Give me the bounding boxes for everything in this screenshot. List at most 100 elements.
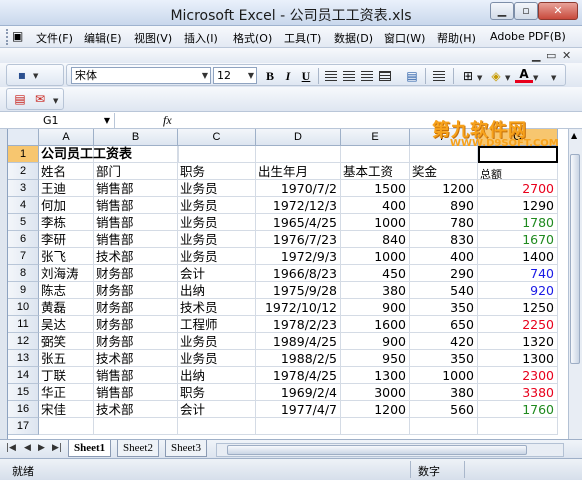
cell-f2[interactable]: 奖金 xyxy=(410,163,478,180)
function-icon[interactable]: fx xyxy=(163,112,172,129)
cell-g11[interactable]: 2250 xyxy=(478,316,558,333)
cell-b8[interactable]: 财务部 xyxy=(94,265,178,282)
row-header-7[interactable]: 7 xyxy=(8,248,39,265)
cell-d5[interactable]: 1965/4/25 xyxy=(256,214,341,231)
cell-f10[interactable]: 350 xyxy=(410,299,478,316)
cell-b2[interactable]: 部门 xyxy=(94,163,178,180)
grid-cell[interactable] xyxy=(410,418,478,435)
cell-a7[interactable]: 张飞 xyxy=(39,248,94,265)
cell-e3[interactable]: 1500 xyxy=(341,180,410,197)
minimize-button[interactable]: ▁ xyxy=(490,2,514,20)
cell-g14[interactable]: 2300 xyxy=(478,367,558,384)
cell-f3[interactable]: 1200 xyxy=(410,180,478,197)
merge-center-button[interactable] xyxy=(379,71,391,81)
horizontal-scrollbar[interactable] xyxy=(216,443,564,457)
cell-a12[interactable]: 弼笑 xyxy=(39,333,94,350)
cell-a11[interactable]: 吴达 xyxy=(39,316,94,333)
toolbar-options-icon[interactable]: ▼ xyxy=(53,97,58,105)
cell-g12[interactable]: 1320 xyxy=(478,333,558,350)
cell-g7[interactable]: 1400 xyxy=(478,248,558,265)
cell-d3[interactable]: 1970/7/2 xyxy=(256,180,341,197)
chevron-down-icon[interactable]: ▼ xyxy=(477,74,482,82)
select-all-button[interactable] xyxy=(8,129,39,146)
cell-g5[interactable]: 1780 xyxy=(478,214,558,231)
menu-format[interactable]: 格式(O) xyxy=(233,30,272,46)
cell-c8[interactable]: 会计 xyxy=(178,265,256,282)
cell-c16[interactable]: 会计 xyxy=(178,401,256,418)
pdf-create-icon[interactable]: ▤ xyxy=(11,90,29,108)
cell-b3[interactable]: 销售部 xyxy=(94,180,178,197)
cell-a2[interactable]: 姓名 xyxy=(39,163,94,180)
cell-c13[interactable]: 业务员 xyxy=(178,350,256,367)
chevron-down-icon[interactable]: ▼ xyxy=(505,74,510,82)
grid-cell[interactable] xyxy=(478,418,558,435)
cell-a4[interactable]: 何加 xyxy=(39,197,94,214)
bold-button[interactable]: B xyxy=(261,67,279,85)
cell-b10[interactable]: 财务部 xyxy=(94,299,178,316)
horizontal-scroll-thumb[interactable] xyxy=(227,445,527,455)
cell-c15[interactable]: 职务 xyxy=(178,384,256,401)
pdf-convert-icon[interactable]: ▤ xyxy=(403,67,421,85)
cell-c10[interactable]: 技术员 xyxy=(178,299,256,316)
cell-a9[interactable]: 陈志 xyxy=(39,282,94,299)
last-sheet-icon[interactable]: ▶| xyxy=(52,443,62,453)
cell-d13[interactable]: 1988/2/5 xyxy=(256,350,341,367)
column-header-d[interactable]: D xyxy=(256,129,341,146)
cell-e7[interactable]: 1000 xyxy=(341,248,410,265)
cell-a1[interactable]: 公司员工工资表 xyxy=(39,146,179,163)
cell-g13[interactable]: 1300 xyxy=(478,350,558,367)
cell-a16[interactable]: 宋佳 xyxy=(39,401,94,418)
menu-view[interactable]: 视图(V) xyxy=(134,30,172,46)
cell-a5[interactable]: 李栋 xyxy=(39,214,94,231)
cell-e14[interactable]: 1300 xyxy=(341,367,410,384)
toolbar-options-icon[interactable]: ▼ xyxy=(33,72,38,80)
cell-c14[interactable]: 出纳 xyxy=(178,367,256,384)
cell-c7[interactable]: 业务员 xyxy=(178,248,256,265)
cell-d16[interactable]: 1977/4/7 xyxy=(256,401,341,418)
worksheet-grid[interactable]: A B C D E F G 1 2 3 4 5 6 7 8 9 10 11 12 13 14 15 16 17 公司员工工资表姓… xyxy=(7,129,572,439)
cell-d8[interactable]: 1966/8/23 xyxy=(256,265,341,282)
font-size-select[interactable]: 12 ▼ xyxy=(213,67,257,84)
doc-restore-icon[interactable]: ▭ xyxy=(546,49,556,62)
row-header-9[interactable]: 9 xyxy=(8,282,39,299)
first-sheet-icon[interactable]: |◀ xyxy=(6,443,16,453)
name-box[interactable]: G1 ▼ xyxy=(5,113,115,129)
cell-c3[interactable]: 业务员 xyxy=(178,180,256,197)
align-center-button[interactable] xyxy=(343,71,355,81)
align-right-button[interactable] xyxy=(361,71,373,81)
cell-e6[interactable]: 840 xyxy=(341,231,410,248)
cell-b11[interactable]: 财务部 xyxy=(94,316,178,333)
cell-g9[interactable]: 920 xyxy=(478,282,558,299)
cell-b14[interactable]: 销售部 xyxy=(94,367,178,384)
cell-e11[interactable]: 1600 xyxy=(341,316,410,333)
save-icon[interactable]: ▪ xyxy=(13,66,31,84)
menu-insert[interactable]: 插入(I) xyxy=(184,30,218,46)
cell-f16[interactable]: 560 xyxy=(410,401,478,418)
grid-cell[interactable] xyxy=(94,418,178,435)
vertical-scrollbar[interactable]: ▲ xyxy=(568,129,582,439)
cell-f13[interactable]: 350 xyxy=(410,350,478,367)
cell-c12[interactable]: 业务员 xyxy=(178,333,256,350)
cell-c11[interactable]: 工程师 xyxy=(178,316,256,333)
cell-f12[interactable]: 420 xyxy=(410,333,478,350)
menubar-grip[interactable] xyxy=(6,29,9,45)
font-color-icon[interactable]: A xyxy=(515,67,533,83)
chevron-down-icon[interactable]: ▼ xyxy=(533,74,538,82)
cell-f9[interactable]: 540 xyxy=(410,282,478,299)
cell-a3[interactable]: 王迪 xyxy=(39,180,94,197)
menu-adobe-pdf[interactable]: Adobe PDF(B) xyxy=(490,30,566,43)
grid-cell[interactable] xyxy=(39,418,94,435)
cell-e15[interactable]: 3000 xyxy=(341,384,410,401)
cell-a13[interactable]: 张五 xyxy=(39,350,94,367)
cell-e10[interactable]: 900 xyxy=(341,299,410,316)
cell-d6[interactable]: 1976/7/23 xyxy=(256,231,341,248)
cell-e13[interactable]: 950 xyxy=(341,350,410,367)
row-header-8[interactable]: 8 xyxy=(8,265,39,282)
cell-c4[interactable]: 业务员 xyxy=(178,197,256,214)
cell-b16[interactable]: 技术部 xyxy=(94,401,178,418)
menu-help[interactable]: 帮助(H) xyxy=(437,30,476,46)
cell-f6[interactable]: 830 xyxy=(410,231,478,248)
row-header-11[interactable]: 11 xyxy=(8,316,39,333)
cell-f14[interactable]: 1000 xyxy=(410,367,478,384)
cell-g16[interactable]: 1760 xyxy=(478,401,558,418)
